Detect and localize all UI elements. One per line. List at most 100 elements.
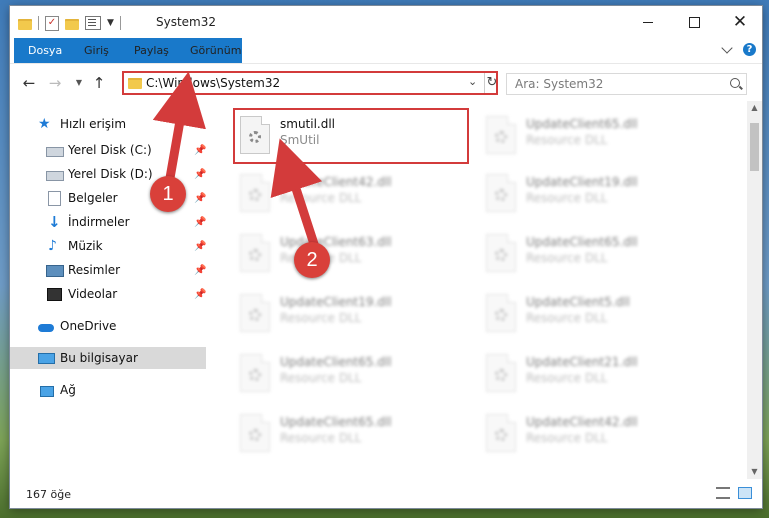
file-item[interactable]: UpdateClient42.dll Resource DLL — [478, 409, 678, 457]
pin-icon[interactable]: 📌 — [194, 289, 206, 300]
maximize-button[interactable] — [671, 6, 717, 38]
minimize-button[interactable] — [625, 6, 671, 38]
address-dropdown-icon[interactable]: ⌄ — [468, 75, 477, 88]
address-row: ← → ▼ ↑ C:\Windows\System32 ⌄ ↻ Ara: Sys… — [10, 63, 762, 102]
gear-icon — [249, 309, 261, 321]
highlight-box — [233, 108, 469, 164]
nav-item-pictures[interactable]: Resimler 📌 — [10, 259, 206, 281]
pin-icon[interactable]: 📌 — [194, 265, 206, 276]
gear-icon — [249, 249, 261, 261]
properties-check-icon[interactable]: ✓ — [45, 15, 59, 31]
up-button[interactable]: ↑ — [90, 74, 108, 92]
pin-icon[interactable]: 📌 — [194, 193, 206, 204]
nav-item-downloads[interactable]: ↓ İndirmeler 📌 — [10, 211, 206, 233]
nav-label: Ağ — [60, 383, 76, 397]
nav-item-music[interactable]: ♪ Müzik 📌 — [10, 235, 206, 257]
nav-label: İndirmeler — [68, 215, 130, 229]
gear-icon — [249, 429, 261, 441]
help-icon[interactable]: ? — [743, 43, 756, 56]
file-item[interactable]: UpdateClient65.dll Resource DLL — [232, 349, 432, 397]
maximize-icon — [688, 16, 700, 28]
vertical-scrollbar[interactable]: ▲ ▼ — [747, 101, 762, 479]
dll-file-icon — [486, 414, 516, 452]
close-button[interactable]: ✕ — [717, 6, 762, 38]
file-name: UpdateClient5.dll — [526, 295, 630, 309]
explorer-window: ✓ ▼ System32 ✕ Dosya Giriş Paylaş Görünü… — [10, 6, 762, 508]
forward-button[interactable]: → — [46, 74, 64, 92]
nav-item-disk-c[interactable]: Yerel Disk (C:) 📌 — [10, 139, 206, 161]
gear-icon — [495, 369, 507, 381]
star-icon: ★ — [38, 116, 51, 132]
file-name: UpdateClient19.dll — [526, 175, 638, 189]
tab-share[interactable]: Paylaş — [124, 38, 179, 63]
title-bar: ✓ ▼ System32 ✕ — [10, 6, 762, 38]
search-icon[interactable] — [730, 78, 740, 88]
file-item[interactable]: UpdateClient63.dll Resource DLL — [232, 229, 432, 277]
pictures-icon — [46, 265, 64, 277]
nav-item-videos[interactable]: Videolar 📌 — [10, 283, 206, 305]
details-view-icon[interactable] — [716, 487, 730, 499]
pin-icon[interactable]: 📌 — [194, 241, 206, 252]
file-item[interactable]: UpdateClient65.dll Resource DLL — [478, 229, 678, 277]
file-description: Resource DLL — [526, 133, 608, 147]
new-folder-icon[interactable] — [65, 18, 79, 30]
gear-icon — [495, 131, 507, 143]
search-input[interactable]: Ara: System32 — [515, 77, 603, 91]
dll-file-icon — [486, 234, 516, 272]
file-description: Resource DLL — [280, 311, 362, 325]
step-badge-2: 2 — [294, 242, 330, 278]
pin-icon[interactable]: 📌 — [194, 145, 206, 156]
pin-icon[interactable]: 📌 — [194, 217, 206, 228]
file-description: Resource DLL — [280, 431, 362, 445]
expand-ribbon-icon[interactable] — [721, 41, 733, 54]
file-item[interactable]: UpdateClient19.dll Resource DLL — [232, 289, 432, 337]
back-button[interactable]: ← — [20, 74, 38, 92]
navigation-pane: ★ Hızlı erişim Yerel Disk (C:) 📌 Yerel D… — [10, 101, 208, 479]
folder-icon — [128, 78, 142, 89]
ribbon-tabs: Dosya Giriş Paylaş Görünüm ? — [10, 38, 762, 86]
nav-label: Yerel Disk (C:) — [68, 143, 152, 157]
file-name: UpdateClient42.dll — [280, 175, 392, 189]
pin-icon[interactable]: 📌 — [194, 169, 206, 180]
file-item[interactable]: UpdateClient65.dll Resource DLL — [478, 111, 678, 159]
search-box[interactable]: Ara: System32 — [506, 73, 747, 95]
large-icons-view-icon[interactable] — [738, 487, 752, 499]
nav-quick-access[interactable]: ★ Hızlı erişim — [10, 113, 206, 135]
nav-onedrive[interactable]: OneDrive — [10, 315, 206, 337]
quick-access-toolbar: ✓ ▼ — [18, 14, 121, 32]
network-icon — [40, 386, 54, 397]
file-name: UpdateClient21.dll — [526, 355, 638, 369]
file-item[interactable]: UpdateClient5.dll Resource DLL — [478, 289, 678, 337]
videos-icon — [47, 288, 62, 301]
gear-icon — [495, 309, 507, 321]
dll-file-icon — [486, 354, 516, 392]
file-name: UpdateClient63.dll — [280, 235, 392, 249]
address-bar[interactable]: C:\Windows\System32 ⌄ ↻ — [122, 71, 498, 95]
nav-this-pc[interactable]: Bu bilgisayar — [10, 347, 206, 369]
refresh-icon[interactable]: ↻ — [484, 73, 499, 93]
dll-file-icon — [486, 294, 516, 332]
downloads-icon: ↓ — [48, 213, 61, 231]
ribbon-controls: ? — [721, 41, 756, 56]
computer-icon — [38, 353, 55, 364]
gear-icon — [495, 429, 507, 441]
nav-network[interactable]: Ağ — [10, 379, 206, 401]
properties-icon[interactable] — [85, 16, 101, 30]
file-item[interactable]: UpdateClient19.dll Resource DLL — [478, 169, 678, 217]
file-name: UpdateClient65.dll — [526, 117, 638, 131]
recent-locations-icon[interactable]: ▼ — [70, 74, 88, 92]
qat-dropdown-icon[interactable]: ▼ — [107, 18, 114, 28]
status-bar: 167 öğe — [10, 479, 762, 508]
scrollbar-thumb[interactable] — [750, 123, 759, 171]
file-item[interactable]: UpdateClient65.dll Resource DLL — [232, 409, 432, 457]
scroll-down-icon[interactable]: ▼ — [747, 465, 762, 479]
gear-icon — [249, 189, 261, 201]
tab-home[interactable]: Giriş — [74, 38, 119, 63]
divider — [38, 16, 39, 30]
scroll-up-icon[interactable]: ▲ — [747, 101, 762, 115]
file-item[interactable]: UpdateClient21.dll Resource DLL — [478, 349, 678, 397]
address-path[interactable]: C:\Windows\System32 — [146, 76, 280, 90]
tab-view[interactable]: Görünüm — [180, 38, 251, 63]
file-item[interactable]: UpdateClient42.dll Resource DLL — [232, 169, 432, 217]
step-badge-1: 1 — [150, 176, 186, 212]
